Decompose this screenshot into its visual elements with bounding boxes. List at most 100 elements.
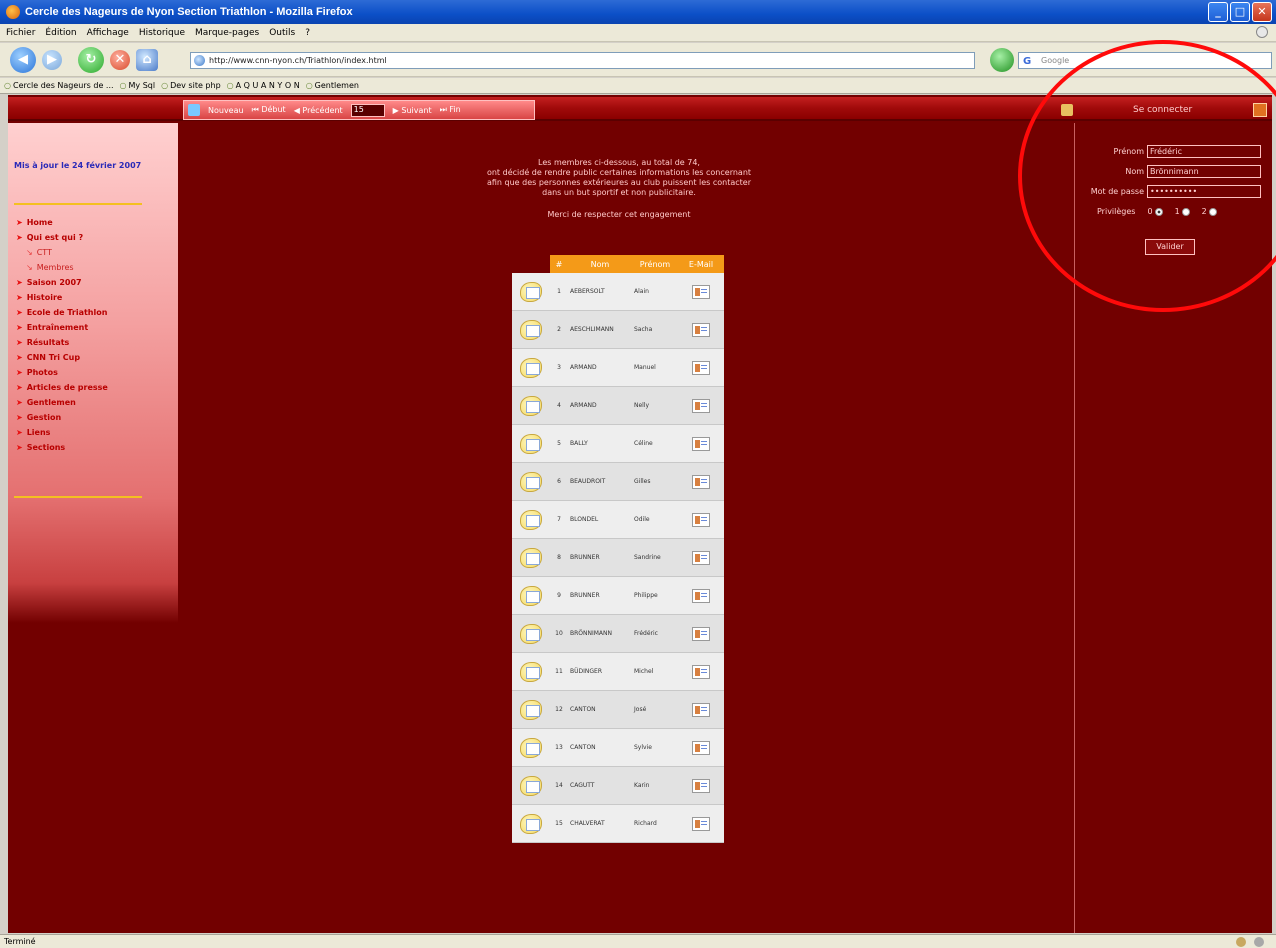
throbber-icon [1256, 26, 1268, 38]
member-details-icon[interactable] [520, 433, 542, 454]
menu-affichage[interactable]: Affichage [87, 28, 129, 38]
header-prenom[interactable]: Prénom [632, 260, 678, 269]
pager-count-input[interactable]: 15 [350, 103, 385, 117]
menu-help[interactable]: ? [305, 28, 310, 38]
email-card-icon[interactable] [692, 436, 710, 451]
member-details-icon[interactable] [520, 357, 542, 378]
sidebar-item[interactable]: ➤ Entraînement [16, 320, 108, 335]
email-card-icon[interactable] [692, 322, 710, 337]
reload-button[interactable]: ↻ [78, 46, 104, 73]
email-card-icon[interactable] [692, 778, 710, 793]
member-details-icon[interactable] [520, 737, 542, 758]
maximize-button[interactable]: □ [1230, 2, 1250, 22]
sidebar-item[interactable]: ➤ Gentlemen [16, 395, 108, 410]
member-details-icon[interactable] [520, 699, 542, 720]
pager-next-button[interactable]: ▶ Suivant [393, 106, 432, 115]
member-details-icon[interactable] [520, 547, 542, 568]
forward-button[interactable]: ▶ [42, 49, 62, 70]
sidebar-item[interactable]: ➤ Qui est qui ? [16, 230, 108, 245]
member-details-icon[interactable] [520, 471, 542, 492]
sidebar-item[interactable]: ➤ Home [16, 215, 108, 230]
sidebar-item[interactable]: ➤ Articles de presse [16, 380, 108, 395]
header-email[interactable]: E-Mail [678, 260, 724, 269]
menu-marque-pages[interactable]: Marque-pages [195, 28, 259, 38]
email-card-icon[interactable] [692, 550, 710, 565]
member-details-icon[interactable] [520, 395, 542, 416]
menu-historique[interactable]: Historique [139, 28, 185, 38]
pager-previous-button[interactable]: ◀ Précédent [294, 106, 343, 115]
menu-fichier[interactable]: Fichier [6, 28, 35, 38]
go-button[interactable] [990, 48, 1014, 72]
pager-first-button[interactable]: ⏮ Début [252, 105, 286, 115]
email-card-icon[interactable] [692, 664, 710, 679]
table-row: 9 BRUNNER Philippe [512, 577, 724, 615]
sidebar-item[interactable]: ➤ Résultats [16, 335, 108, 350]
member-details-icon[interactable] [520, 623, 542, 644]
member-prenom: Gilles [634, 478, 651, 485]
member-details-icon[interactable] [520, 281, 542, 302]
email-card-icon[interactable] [692, 474, 710, 489]
member-details-icon[interactable] [520, 585, 542, 606]
email-card-icon[interactable] [692, 588, 710, 603]
sidebar-item-label: Saison 2007 [26, 278, 82, 287]
stop-button[interactable]: ✕ [110, 49, 130, 70]
address-bar[interactable]: http://www.cnn-nyon.ch/Triathlon/index.h… [190, 52, 975, 69]
bookmark-item[interactable]: A Q U A N Y O N [227, 81, 300, 90]
email-card-icon[interactable] [692, 740, 710, 755]
header-num[interactable]: # [550, 260, 568, 269]
member-nom: CAGUTT [570, 782, 595, 789]
sidebar-item-label: Gentlemen [26, 398, 76, 407]
sidebar-item[interactable]: ➤ Histoire [16, 290, 108, 305]
sidebar-item[interactable]: ➤ CNN Tri Cup [16, 350, 108, 365]
details-cell [512, 775, 550, 796]
email-card-icon[interactable] [692, 626, 710, 641]
email-card-icon[interactable] [692, 702, 710, 717]
sidebar-item[interactable]: ➤ Gestion [16, 410, 108, 425]
email-card-icon[interactable] [692, 360, 710, 375]
sidebar-item[interactable]: ➤ Saison 2007 [16, 275, 108, 290]
member-nom: ARMAND [570, 364, 597, 371]
bookmark-item[interactable]: Dev site php [161, 81, 221, 90]
members-body: 1 AEBERSOLT Alain 2 AESCHLIMANN Sacha 3 ARMAND M… [512, 273, 724, 843]
email-card-icon[interactable] [692, 284, 710, 299]
sidebar: Mis à jour le 24 février 2007 ➤ Home ➤ Qui … [8, 123, 178, 623]
sidebar-item[interactable]: ↘ Membres [16, 260, 108, 275]
pager-nouveau-button[interactable]: Nouveau [208, 106, 244, 115]
pager-previous-label: Précédent [302, 105, 343, 115]
member-details-icon[interactable] [520, 661, 542, 682]
pager-last-label: Fin [449, 105, 461, 114]
member-details-icon[interactable] [520, 319, 542, 340]
home-button[interactable]: ⌂ [136, 48, 158, 71]
bookmark-item[interactable]: Cercle des Nageurs de ... [4, 81, 114, 90]
member-details-icon[interactable] [520, 813, 542, 834]
sidebar-item[interactable]: ➤ Ecole de Triathlon [16, 305, 108, 320]
table-row: 8 BRUNNER Sandrine [512, 539, 724, 577]
members-header: # Nom Prénom E-Mail [512, 255, 724, 273]
menu-edition[interactable]: Édition [45, 28, 76, 38]
email-card-icon[interactable] [692, 512, 710, 527]
menu-bar: Fichier Édition Affichage Historique Mar… [0, 24, 1276, 42]
bookmark-item[interactable]: Gentlemen [306, 81, 359, 90]
sidebar-item[interactable]: ➤ Sections [16, 440, 108, 455]
member-nom: BEAUDROIT [570, 478, 606, 485]
close-button[interactable]: ✕ [1252, 2, 1272, 22]
member-details-icon[interactable] [520, 509, 542, 530]
details-cell [512, 319, 550, 340]
email-card-icon[interactable] [692, 398, 710, 413]
email-card-icon[interactable] [692, 816, 710, 831]
sidebar-item[interactable]: ↘ CTT [16, 245, 108, 260]
details-cell [512, 281, 550, 302]
back-button[interactable]: ◀ [10, 46, 36, 73]
pager-last-button[interactable]: ⏭ Fin [440, 105, 461, 115]
sidebar-item[interactable]: ➤ Photos [16, 365, 108, 380]
minimize-button[interactable]: _ [1208, 2, 1228, 22]
member-details-icon[interactable] [520, 775, 542, 796]
bookmark-item[interactable]: My Sql [120, 81, 156, 90]
table-row: 10 BRÖNNIMANN Frédéric [512, 615, 724, 653]
members-table: # Nom Prénom E-Mail 1 AEBERSOLT Alain 2 AESC… [512, 255, 724, 843]
email-cell [678, 588, 724, 603]
menu-outils[interactable]: Outils [269, 28, 295, 38]
sidebar-item[interactable]: ➤ Liens [16, 425, 108, 440]
header-nom[interactable]: Nom [568, 260, 632, 269]
google-icon: G [1023, 56, 1032, 67]
